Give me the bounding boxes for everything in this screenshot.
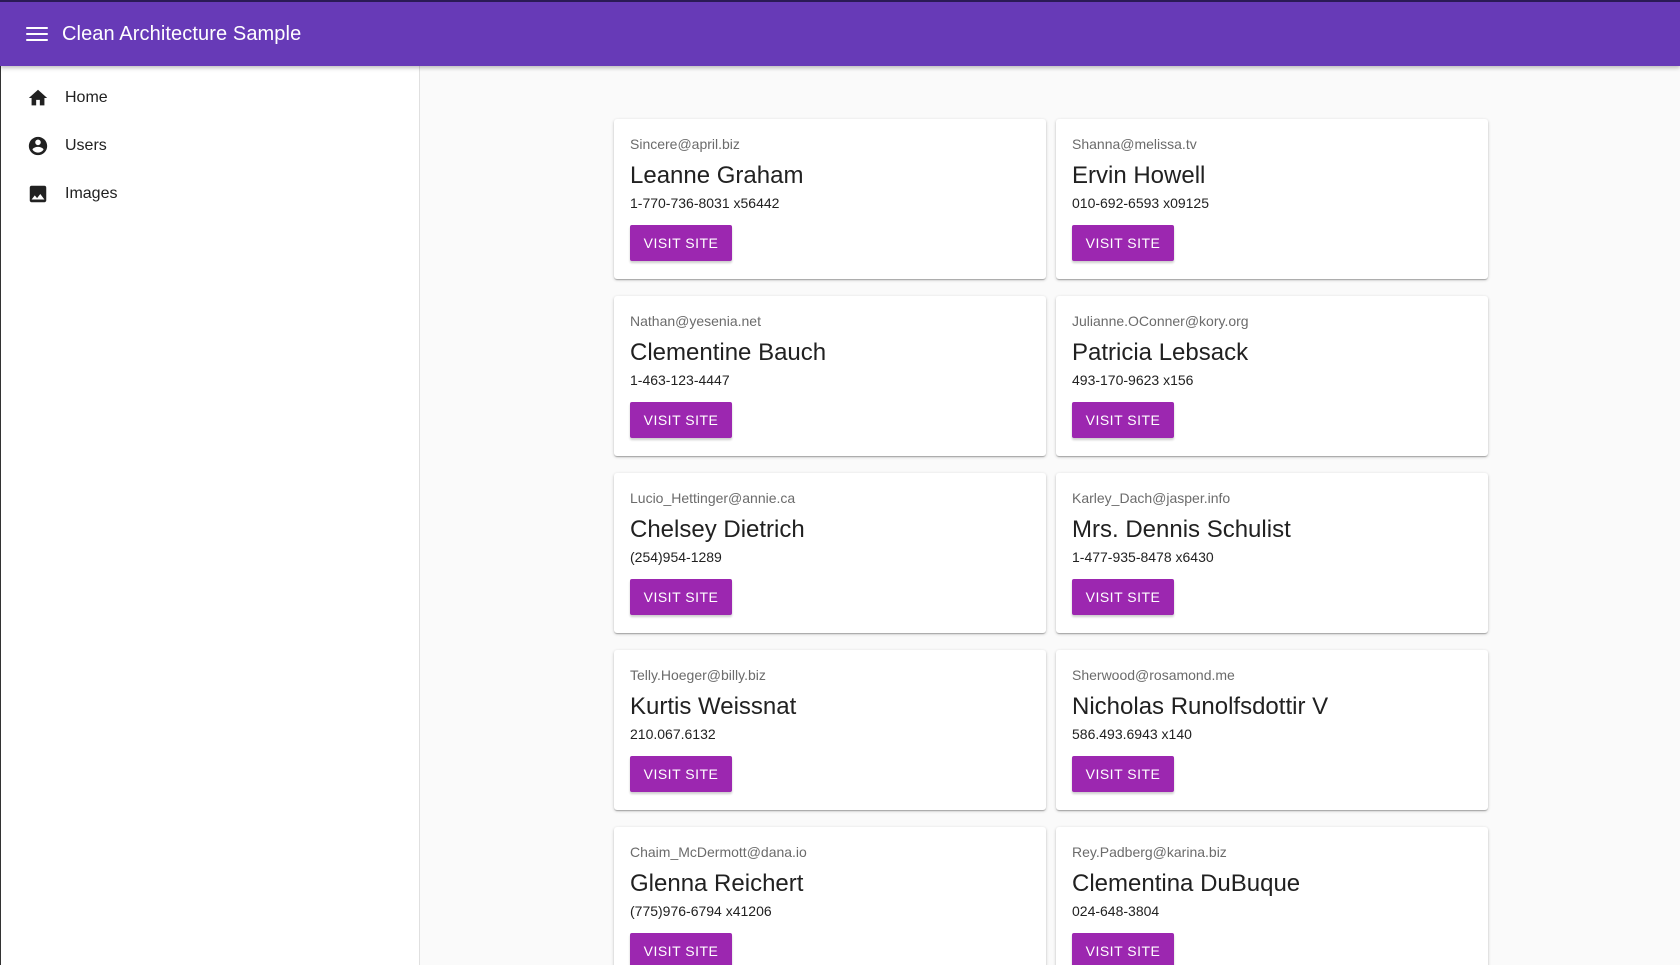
user-email: Chaim_McDermott@dana.io — [630, 844, 807, 860]
home-icon — [27, 87, 49, 109]
sidebar-item-label: Images — [65, 185, 118, 202]
user-phone: 1-463-123-4447 — [630, 372, 730, 388]
user-phone: 210.067.6132 — [630, 726, 716, 742]
user-email: Julianne.OConner@kory.org — [1072, 313, 1249, 329]
user-email: Sincere@april.biz — [630, 136, 740, 152]
user-card: Telly.Hoeger@billy.biz Kurtis Weissnat 2… — [614, 650, 1046, 810]
user-card: Sherwood@rosamond.me Nicholas Runolfsdot… — [1056, 650, 1488, 810]
sidebar-item-images[interactable]: Images — [1, 170, 419, 218]
user-name: Ervin Howell — [1072, 162, 1206, 189]
user-name: Clementine Bauch — [630, 339, 827, 366]
user-card: Lucio_Hettinger@annie.ca Chelsey Dietric… — [614, 473, 1046, 633]
user-email: Nathan@yesenia.net — [630, 313, 761, 329]
user-phone: (254)954-1289 — [630, 549, 722, 565]
visit-site-button[interactable]: VISIT SITE — [1072, 933, 1174, 965]
user-email: Rey.Padberg@karina.biz — [1072, 844, 1227, 860]
user-card-grid: Sincere@april.biz Leanne Graham 1-770-73… — [614, 119, 1488, 965]
user-email: Karley_Dach@jasper.info — [1072, 490, 1231, 506]
menu-icon[interactable] — [26, 25, 48, 43]
visit-site-button[interactable]: VISIT SITE — [630, 402, 732, 438]
sidebar-item-label: Home — [65, 89, 108, 106]
user-card: Nathan@yesenia.net Clementine Bauch 1-46… — [614, 296, 1046, 456]
user-name: Glenna Reichert — [630, 870, 804, 897]
user-email: Lucio_Hettinger@annie.ca — [630, 490, 796, 506]
user-name: Leanne Graham — [630, 162, 804, 189]
visit-site-button[interactable]: VISIT SITE — [630, 579, 732, 615]
visit-site-button[interactable]: VISIT SITE — [630, 933, 732, 965]
visit-site-button[interactable]: VISIT SITE — [630, 756, 732, 792]
user-name: Nicholas Runolfsdottir V — [1072, 693, 1329, 720]
sidebar-item-home[interactable]: Home — [1, 74, 419, 122]
sidebar: Home Users Images — [0, 66, 420, 965]
user-name: Kurtis Weissnat — [630, 693, 797, 720]
visit-site-button[interactable]: VISIT SITE — [1072, 756, 1174, 792]
user-phone: 1-477-935-8478 x6430 — [1072, 549, 1214, 565]
user-card: Shanna@melissa.tv Ervin Howell 010-692-6… — [1056, 119, 1488, 279]
user-phone: 024-648-3804 — [1072, 903, 1160, 919]
sidebar-item-users[interactable]: Users — [1, 122, 419, 170]
user-name: Clementina DuBuque — [1072, 870, 1301, 897]
user-email: Sherwood@rosamond.me — [1072, 667, 1235, 683]
user-card: Julianne.OConner@kory.org Patricia Lebsa… — [1056, 296, 1488, 456]
user-email: Telly.Hoeger@billy.biz — [630, 667, 766, 683]
user-card: Karley_Dach@jasper.info Mrs. Dennis Schu… — [1056, 473, 1488, 633]
app-bar: Clean Architecture Sample — [0, 0, 1680, 66]
user-phone: 010-692-6593 x09125 — [1072, 195, 1210, 211]
user-phone: (775)976-6794 x41206 — [630, 903, 772, 919]
user-card: Sincere@april.biz Leanne Graham 1-770-73… — [614, 119, 1046, 279]
sidebar-item-label: Users — [65, 137, 107, 154]
visit-site-button[interactable]: VISIT SITE — [630, 225, 732, 261]
user-phone: 586.493.6943 x140 — [1072, 726, 1192, 742]
user-card: Rey.Padberg@karina.biz Clementina DuBuqu… — [1056, 827, 1488, 965]
user-email: Shanna@melissa.tv — [1072, 136, 1197, 152]
user-phone: 493-170-9623 x156 — [1072, 372, 1194, 388]
visit-site-button[interactable]: VISIT SITE — [1072, 579, 1174, 615]
visit-site-button[interactable]: VISIT SITE — [1072, 225, 1174, 261]
user-name: Chelsey Dietrich — [630, 516, 805, 543]
main-content: Sincere@april.biz Leanne Graham 1-770-73… — [421, 66, 1680, 965]
app-title: Clean Architecture Sample — [62, 22, 302, 45]
image-icon — [27, 183, 49, 205]
visit-site-button[interactable]: VISIT SITE — [1072, 402, 1174, 438]
user-phone: 1-770-736-8031 x56442 — [630, 195, 780, 211]
user-card: Chaim_McDermott@dana.io Glenna Reichert … — [614, 827, 1046, 965]
user-name: Mrs. Dennis Schulist — [1072, 516, 1291, 543]
account-circle-icon — [27, 135, 49, 157]
user-name: Patricia Lebsack — [1072, 339, 1249, 366]
